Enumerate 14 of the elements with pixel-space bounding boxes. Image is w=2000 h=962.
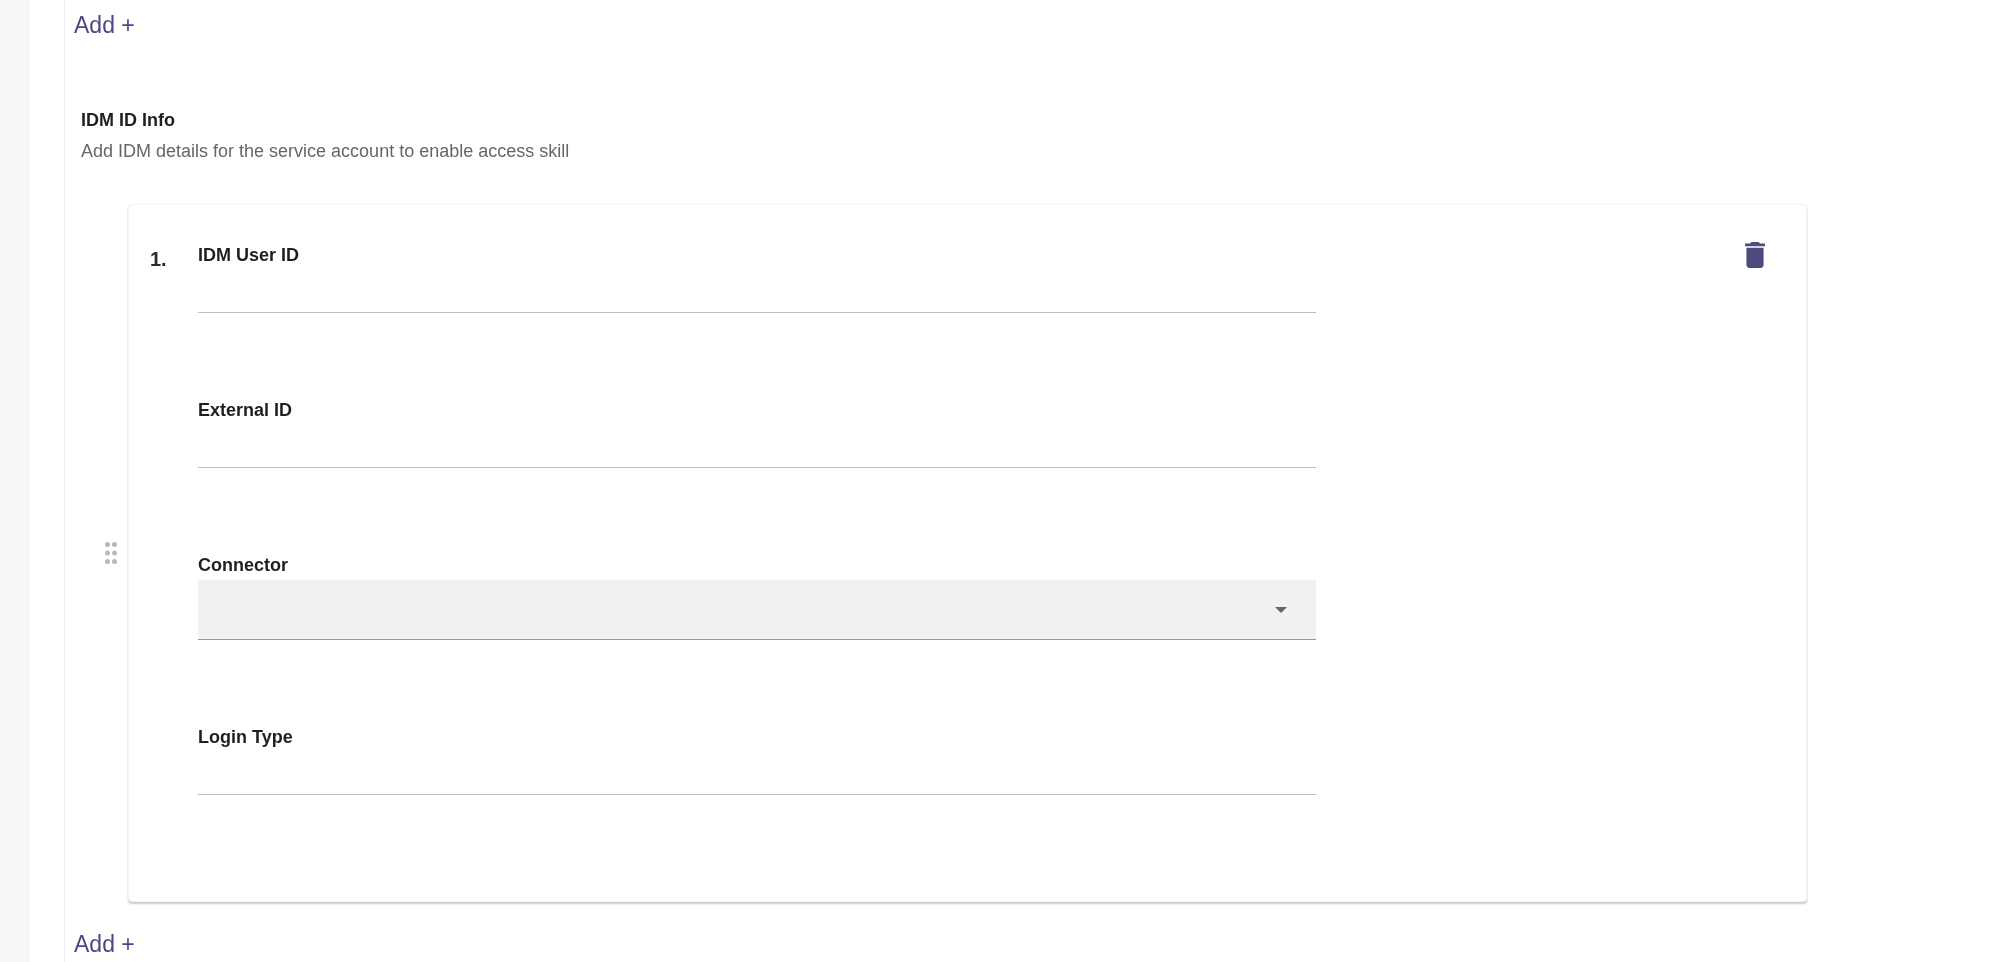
add-link[interactable]: Add + (74, 12, 135, 39)
field-label: Connector (198, 554, 288, 577)
section-title: IDM ID Info (81, 109, 175, 132)
add-link[interactable]: Add + (74, 931, 135, 958)
caret-icon (1275, 606, 1287, 613)
entry-number: 1. (150, 248, 167, 270)
section-description: Add IDM details for the service account to enable access skill (81, 140, 570, 163)
field-label: External ID (198, 399, 293, 422)
delete-button[interactable] (1745, 242, 1765, 268)
field-label: IDM User ID (198, 244, 300, 267)
field-label: Login Type (198, 726, 293, 749)
drag-handle-icon[interactable] (105, 542, 117, 564)
trash-icon (1745, 242, 1765, 268)
select-field[interactable] (198, 580, 1316, 640)
